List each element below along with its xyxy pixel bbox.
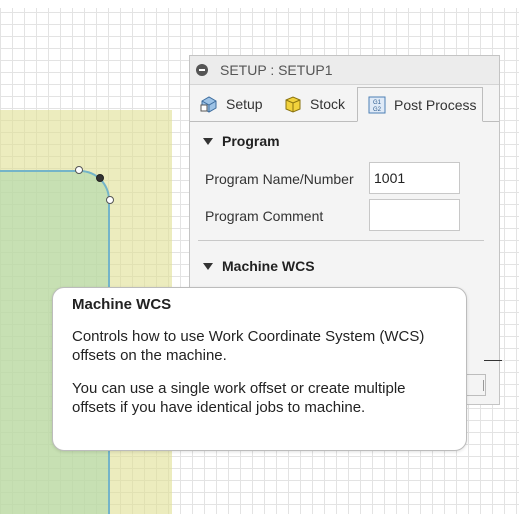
g1-icon-text: G1 [373, 100, 382, 106]
program-section-header[interactable]: Program [203, 133, 280, 149]
tab-setup[interactable]: Setup [200, 87, 280, 120]
edge-vertex-selected[interactable] [96, 174, 104, 182]
tab-stock[interactable]: Stock [284, 87, 354, 120]
program-comment-input[interactable] [369, 199, 460, 231]
machine-wcs-tooltip: Machine WCS Controls how to use Work Coo… [52, 287, 467, 451]
machine-wcs-section-title: Machine WCS [222, 258, 315, 274]
tooltip-paragraph: Controls how to use Work Coordinate Syst… [72, 328, 425, 364]
program-section-title: Program [222, 133, 280, 149]
tooltip-paragraph: You can use a single work offset or crea… [72, 380, 406, 416]
collapse-triangle-icon [203, 137, 213, 145]
collapse-triangle-icon [203, 262, 213, 270]
partially-hidden-line [484, 360, 502, 361]
dialog-title: SETUP : SETUP1 [220, 62, 333, 78]
g1-g2-icon: G1 G2 [368, 96, 386, 113]
tab-stock-label: Stock [310, 95, 346, 112]
program-comment-label: Program Comment [205, 208, 324, 224]
tab-post-process[interactable]: G1 G2 Post Process [357, 87, 483, 122]
collapse-icon[interactable] [196, 64, 208, 76]
setup-icon [200, 95, 217, 113]
canvas-top-strip [0, 0, 519, 8]
tooltip-title: Machine WCS [72, 296, 172, 313]
program-name-label: Program Name/Number [205, 171, 354, 187]
g2-icon-text: G2 [373, 107, 382, 113]
dialog-tabs: Setup Stock G1 G2 Post Process [190, 85, 499, 122]
dialog-header: SETUP : SETUP1 [190, 56, 499, 85]
machine-wcs-section-header[interactable]: Machine WCS [203, 258, 315, 274]
stock-box-icon [285, 95, 301, 113]
section-divider [198, 240, 484, 241]
edge-vertex[interactable] [75, 166, 83, 174]
tab-setup-label: Setup [226, 95, 263, 112]
tab-post-process-label: Post Process [394, 96, 477, 113]
program-name-input[interactable] [369, 162, 460, 194]
edge-vertex[interactable] [106, 196, 114, 204]
